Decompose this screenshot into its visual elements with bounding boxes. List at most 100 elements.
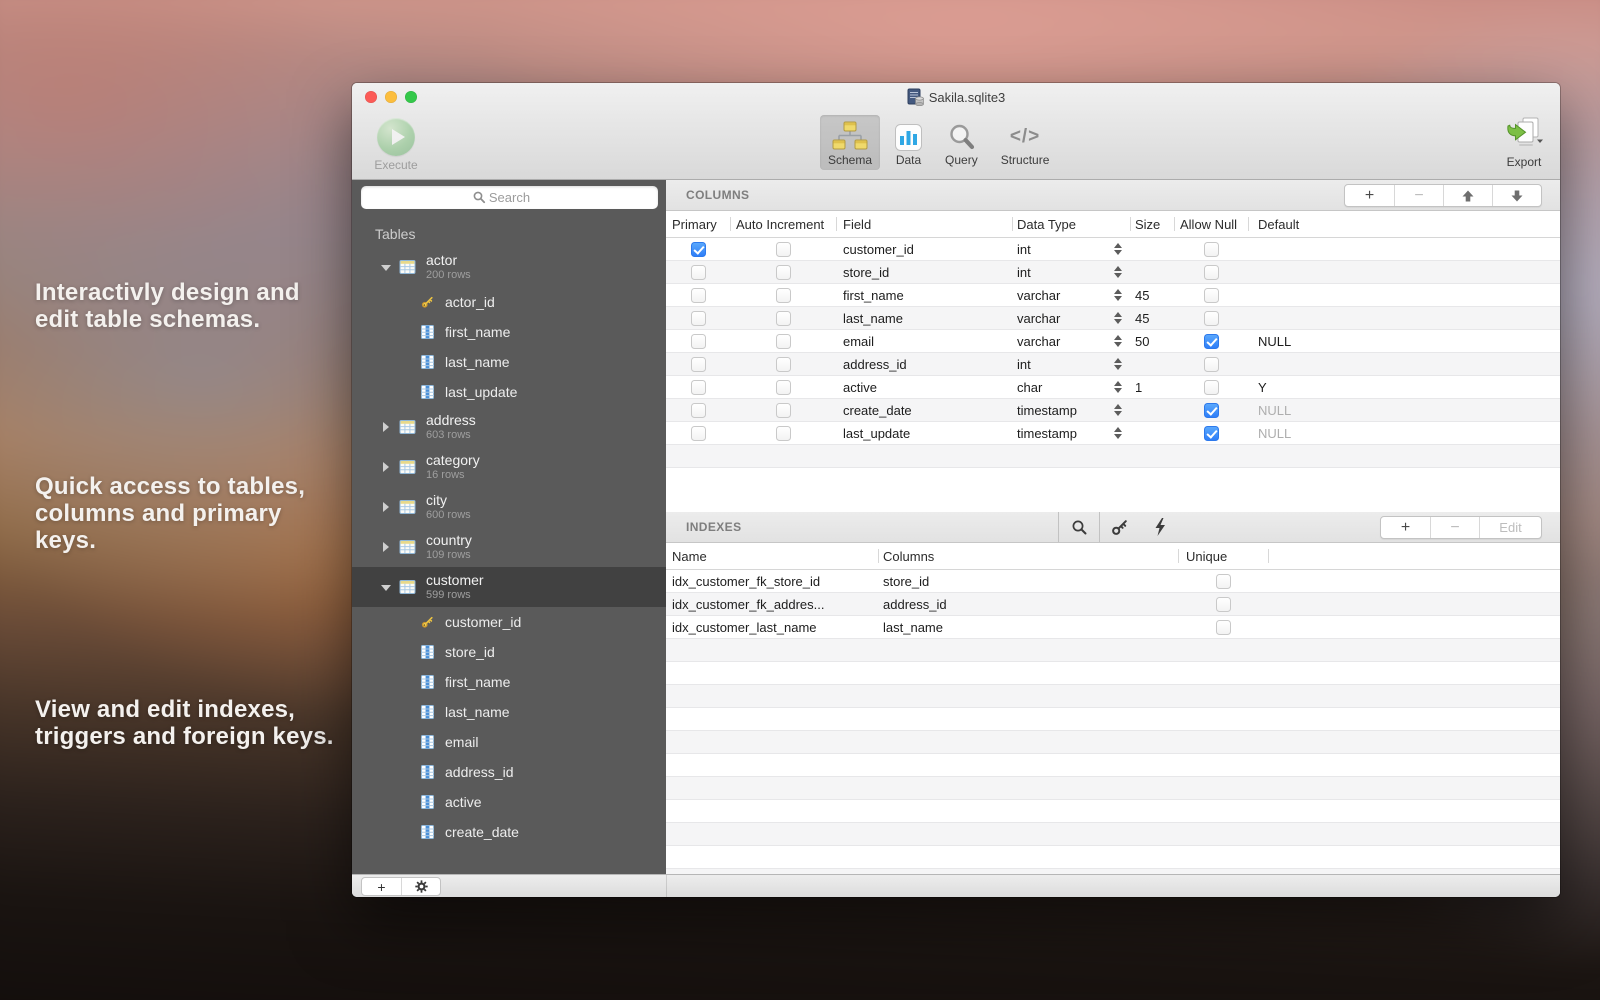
columns-row-store_id[interactable]: store_idint (666, 261, 1560, 284)
index-row-3[interactable]: idx_customer_last_namelast_name (666, 616, 1560, 639)
add-index-button[interactable]: + (1381, 517, 1430, 538)
columns-row-customer_id[interactable]: customer_idint (666, 238, 1560, 261)
primary-checkbox[interactable] (691, 380, 706, 395)
auto-increment-checkbox[interactable] (776, 311, 791, 326)
execute-button[interactable]: Execute (366, 118, 426, 172)
allow-null-checkbox[interactable] (1204, 334, 1219, 349)
table-label: city600 rows (426, 493, 471, 522)
data-type-stepper[interactable] (1114, 335, 1122, 347)
data-type-stepper[interactable] (1114, 312, 1122, 324)
remove-column-button[interactable]: − (1394, 185, 1443, 206)
data-type-stepper[interactable] (1114, 243, 1122, 255)
columns-row-last_name[interactable]: last_namevarchar45 (666, 307, 1560, 330)
sidebar-table-actor[interactable]: actor200 rows (352, 247, 666, 287)
auto-increment-checkbox[interactable] (776, 242, 791, 257)
columns-row-create_date[interactable]: create_datetimestampNULL (666, 399, 1560, 422)
unique-checkbox[interactable] (1216, 597, 1231, 612)
primary-checkbox[interactable] (691, 288, 706, 303)
allow-null-checkbox[interactable] (1204, 311, 1219, 326)
columns-row-first_name[interactable]: first_namevarchar45 (666, 284, 1560, 307)
allow-null-checkbox[interactable] (1204, 242, 1219, 257)
sidebar-column-active[interactable]: active (352, 787, 666, 817)
auto-increment-checkbox[interactable] (776, 265, 791, 280)
edit-index-button[interactable]: Edit (1479, 517, 1541, 538)
primary-checkbox[interactable] (691, 403, 706, 418)
search-field[interactable] (361, 189, 658, 206)
auto-increment-checkbox[interactable] (776, 334, 791, 349)
auto-increment-checkbox[interactable] (776, 403, 791, 418)
columns-row-email[interactable]: emailvarchar50NULL (666, 330, 1560, 353)
data-type-stepper[interactable] (1114, 427, 1122, 439)
allow-null-checkbox[interactable] (1204, 357, 1219, 372)
data-type-stepper[interactable] (1114, 289, 1122, 301)
columns-row-last_update[interactable]: last_updatetimestampNULL (666, 422, 1560, 445)
table-icon (399, 259, 416, 275)
index-columns-cell: last_name (878, 616, 1178, 638)
unique-checkbox[interactable] (1216, 574, 1231, 589)
schema-editor: COLUMNS + − Primary Auto Increm (666, 180, 1560, 874)
disclosure-triangle-icon[interactable] (381, 502, 391, 512)
primary-checkbox[interactable] (691, 311, 706, 326)
disclosure-triangle-icon[interactable] (381, 462, 391, 472)
data-type-stepper[interactable] (1114, 266, 1122, 278)
auto-increment-checkbox[interactable] (776, 288, 791, 303)
disclosure-triangle-icon[interactable] (381, 582, 391, 592)
auto-increment-checkbox[interactable] (776, 426, 791, 441)
sidebar-column-last_name[interactable]: last_name (352, 347, 666, 377)
export-button[interactable]: Export (1504, 117, 1544, 169)
sidebar-column-first_name[interactable]: first_name (352, 317, 666, 347)
remove-index-button[interactable]: − (1430, 517, 1479, 538)
columns-row-active[interactable]: activechar1Y (666, 376, 1560, 399)
allow-null-checkbox[interactable] (1204, 380, 1219, 395)
move-column-down-button[interactable] (1492, 185, 1541, 206)
disclosure-triangle-icon[interactable] (381, 262, 391, 272)
allow-null-checkbox[interactable] (1204, 426, 1219, 441)
sidebar-column-address_id[interactable]: address_id (352, 757, 666, 787)
sidebar-column-last_update[interactable]: last_update (352, 377, 666, 407)
disclosure-triangle-icon[interactable] (381, 542, 391, 552)
sidebar-column-customer_id[interactable]: customer_id (352, 607, 666, 637)
primary-checkbox[interactable] (691, 242, 706, 257)
foreign-keys-view-button[interactable] (1100, 518, 1140, 536)
data-type-stepper[interactable] (1114, 358, 1122, 370)
tab-structure[interactable]: </> Structure (993, 115, 1058, 170)
tab-data[interactable]: Data (887, 115, 930, 170)
unique-checkbox[interactable] (1216, 620, 1231, 635)
sidebar-column-last_name[interactable]: last_name (352, 697, 666, 727)
sidebar-table-customer[interactable]: customer599 rows (352, 567, 666, 607)
primary-checkbox[interactable] (691, 357, 706, 372)
sidebar-column-first_name[interactable]: first_name (352, 667, 666, 697)
allow-null-checkbox[interactable] (1204, 265, 1219, 280)
columns-row-address_id[interactable]: address_idint (666, 353, 1560, 376)
title-bar[interactable]: Sakila.sqlite3 (352, 83, 1560, 111)
search-input[interactable] (361, 186, 658, 209)
primary-checkbox[interactable] (691, 426, 706, 441)
index-row-2[interactable]: idx_customer_fk_addres...address_id (666, 593, 1560, 616)
sidebar-table-city[interactable]: city600 rows (352, 487, 666, 527)
primary-checkbox[interactable] (691, 265, 706, 280)
triggers-view-button[interactable] (1140, 518, 1180, 536)
index-row-1[interactable]: idx_customer_fk_store_idstore_id (666, 570, 1560, 593)
primary-checkbox[interactable] (691, 334, 706, 349)
sidebar-table-category[interactable]: category16 rows (352, 447, 666, 487)
tab-query[interactable]: Query (937, 115, 986, 170)
move-column-up-button[interactable] (1443, 185, 1492, 206)
sidebar-table-address[interactable]: address603 rows (352, 407, 666, 447)
data-type-stepper[interactable] (1114, 404, 1122, 416)
auto-increment-checkbox[interactable] (776, 357, 791, 372)
data-type-stepper[interactable] (1114, 381, 1122, 393)
add-table-button[interactable]: + (362, 878, 401, 895)
sidebar-column-email[interactable]: email (352, 727, 666, 757)
sidebar-column-create_date[interactable]: create_date (352, 817, 666, 847)
sidebar-column-actor_id[interactable]: actor_id (352, 287, 666, 317)
allow-null-checkbox[interactable] (1204, 288, 1219, 303)
sidebar-column-store_id[interactable]: store_id (352, 637, 666, 667)
disclosure-triangle-icon[interactable] (381, 422, 391, 432)
sidebar-table-country[interactable]: country109 rows (352, 527, 666, 567)
table-settings-button[interactable] (401, 878, 440, 895)
allow-null-checkbox[interactable] (1204, 403, 1219, 418)
auto-increment-checkbox[interactable] (776, 380, 791, 395)
add-column-button[interactable]: + (1345, 185, 1394, 206)
indexes-view-button[interactable] (1059, 519, 1099, 536)
tab-schema[interactable]: Schema (820, 115, 880, 170)
